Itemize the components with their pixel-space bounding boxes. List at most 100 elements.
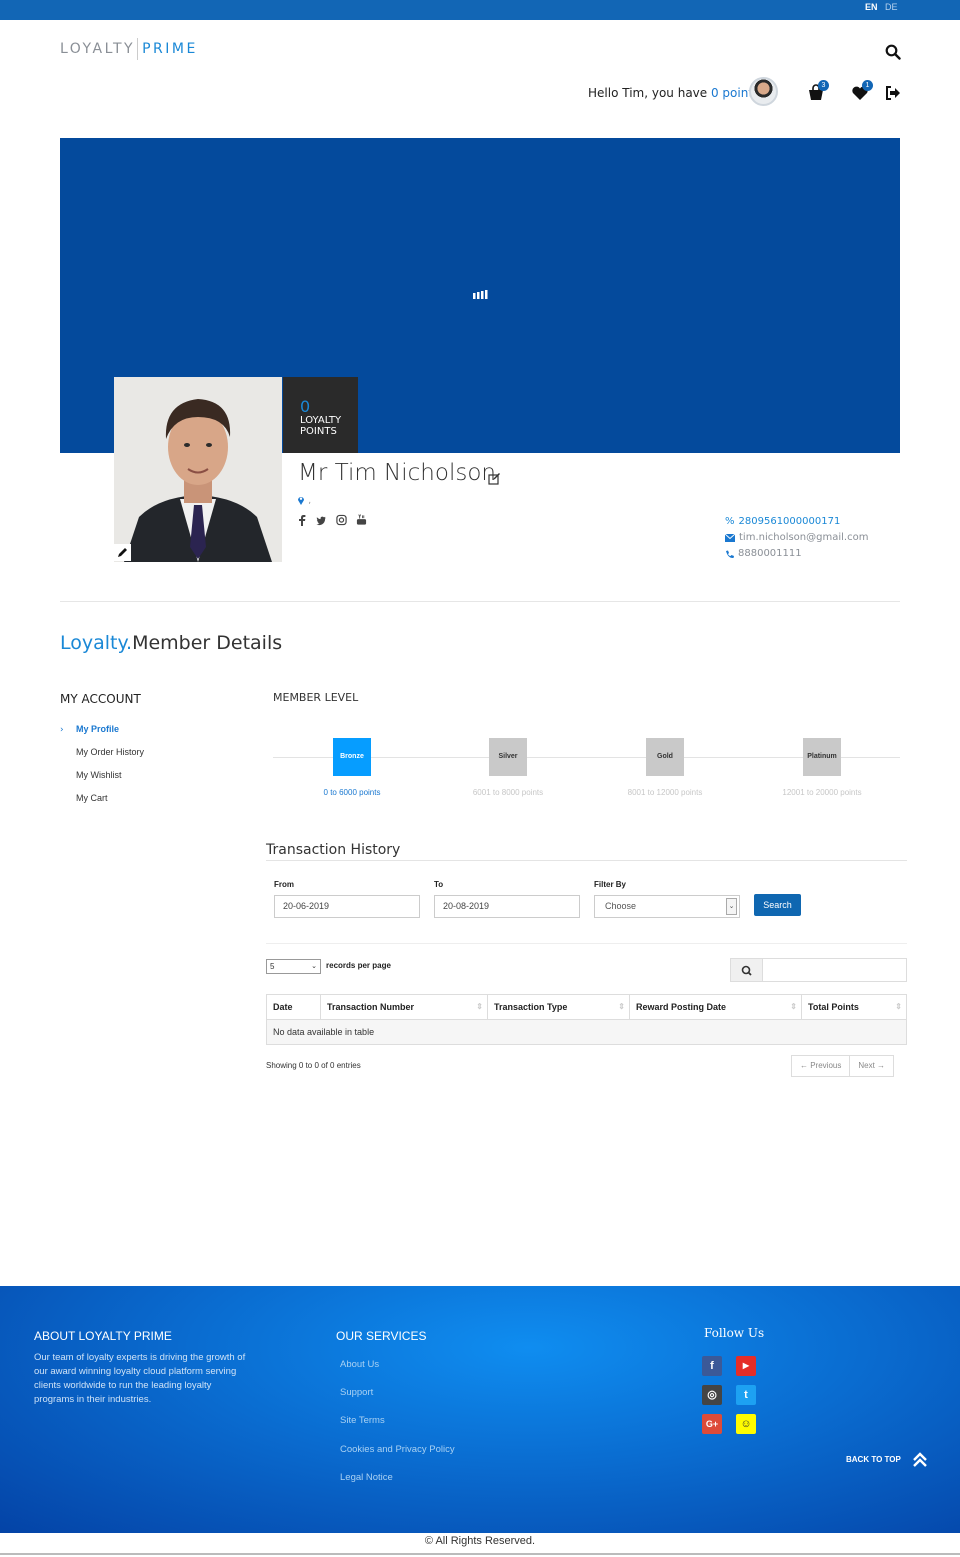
top-bar [0, 0, 960, 20]
divider [60, 601, 900, 602]
table-search-input[interactable] [762, 958, 907, 982]
search-button[interactable]: Search [754, 894, 801, 916]
logout-icon[interactable] [884, 84, 902, 102]
divider [266, 943, 907, 944]
youtube-icon[interactable]: ▶ [736, 1356, 756, 1376]
edit-profile-icon[interactable] [488, 472, 501, 485]
phone-icon [726, 550, 734, 558]
sort-icon: ⇕ [618, 1002, 625, 1011]
logo[interactable]: LOYALTY PRIME [60, 38, 198, 60]
sort-icon: ⇕ [476, 1002, 483, 1011]
member-id-row: % 2809561000000171 [725, 514, 868, 530]
logo-part-1: LOYALTY [60, 41, 136, 57]
instagram-icon[interactable] [336, 514, 347, 526]
back-to-top-label[interactable]: BACK TO TOP [846, 1455, 901, 1464]
footer-link-support[interactable]: Support [340, 1387, 373, 1398]
member-id: 2809561000000171 [738, 516, 841, 527]
table-search-button[interactable] [730, 958, 763, 982]
greeting-text: Hello Tim, you have [588, 86, 711, 100]
loader-icon [473, 290, 488, 299]
facebook-icon[interactable]: f [702, 1356, 722, 1376]
sidebar-item-cart[interactable]: My Cart [76, 793, 108, 803]
chevron-right-icon: › [60, 725, 64, 735]
level-gold: Gold [646, 738, 684, 776]
level-platinum: Platinum [803, 738, 841, 776]
lang-en-link[interactable]: EN [865, 2, 878, 12]
double-chevron-up-icon[interactable] [912, 1452, 928, 1468]
points-value: 0 [300, 397, 311, 416]
sort-icon: ⇕ [895, 1002, 902, 1011]
footer-link-site-terms[interactable]: Site Terms [340, 1415, 385, 1426]
level-bronze: Bronze [333, 738, 371, 776]
follow-us-title: Follow Us [704, 1326, 765, 1340]
level-bronze-range: 0 to 6000 points [323, 788, 381, 797]
profile-photo [114, 377, 282, 562]
twitter-icon[interactable] [316, 514, 327, 526]
sidebar-item-wishlist[interactable]: My Wishlist [76, 770, 122, 780]
filter-by-label: Filter By [594, 880, 627, 889]
column-header-transaction-number[interactable]: Transaction Number ⇕ [320, 994, 488, 1020]
greeting: Hello Tim, you have 0 points [588, 86, 759, 100]
member-level-title: MEMBER LEVEL [273, 691, 359, 704]
divider [266, 860, 907, 861]
facebook-icon[interactable] [297, 514, 307, 526]
page-title-blue: Loyalty. [60, 632, 133, 654]
sidebar-item-my-profile[interactable]: My Profile [76, 724, 119, 734]
level-silver: Silver [489, 738, 527, 776]
snapchat-icon[interactable]: ☺ [736, 1414, 756, 1434]
youtube-icon[interactable] [356, 514, 367, 526]
footer-link-about[interactable]: About Us [340, 1359, 379, 1370]
lang-de-link[interactable]: DE [885, 2, 898, 12]
page-title-dark: Member Details [132, 632, 283, 654]
filter-by-select[interactable]: Choose ⌄ [594, 895, 740, 918]
email[interactable]: tim.nicholson@gmail.com [739, 530, 868, 546]
envelope-icon [725, 534, 735, 542]
points-box: 0 LOYALTY POINTS [283, 377, 358, 453]
location: , [297, 495, 311, 506]
from-date-input[interactable]: 20-06-2019 [274, 895, 420, 918]
avatar[interactable] [749, 77, 778, 106]
edit-photo-pencil-icon[interactable] [114, 544, 131, 561]
sidebar-heading: MY ACCOUNT [60, 692, 141, 706]
previous-page-button[interactable]: ← Previous [792, 1056, 851, 1076]
column-header-transaction-type[interactable]: Transaction Type ⇕ [487, 994, 630, 1020]
profile-social-links [297, 514, 367, 526]
divider [0, 1553, 960, 1555]
cart-count-badge: 3 [818, 80, 829, 91]
footer-link-cookies[interactable]: Cookies and Privacy Policy [340, 1444, 455, 1455]
level-platinum-range: 12001 to 20000 points [782, 788, 862, 797]
footer [0, 1286, 960, 1533]
to-label: To [434, 880, 444, 889]
sort-icon: ⇕ [790, 1002, 797, 1011]
footer-link-legal[interactable]: Legal Notice [340, 1472, 393, 1483]
profile-name: Mr Tim Nicholson [298, 460, 496, 486]
footer-about-title: ABOUT LOYALTY PRIME [34, 1329, 172, 1343]
chevron-down-icon: ⌄ [726, 898, 737, 915]
pagination: ← Previous Next → [791, 1055, 895, 1077]
table-info: Showing 0 to 0 of 0 entries [266, 1061, 361, 1070]
search-icon[interactable] [885, 44, 901, 60]
records-per-page-value: 5 [270, 962, 275, 971]
records-per-page-select[interactable]: 5 ⌄ [266, 959, 321, 974]
table-row: No data available in table [266, 1019, 907, 1045]
footer-services-title: OUR SERVICES [336, 1329, 427, 1343]
instagram-icon[interactable]: ◎ [702, 1385, 722, 1405]
sidebar-item-order-history[interactable]: My Order History [76, 747, 144, 757]
email-row: tim.nicholson@gmail.com [725, 530, 868, 546]
next-page-button[interactable]: Next → [850, 1056, 893, 1076]
location-text: , [308, 496, 312, 506]
percent-icon: % [725, 516, 735, 527]
column-header-date[interactable]: Date [266, 994, 321, 1020]
twitter-icon[interactable]: t [736, 1385, 756, 1405]
filter-by-value: Choose [605, 901, 637, 911]
level-silver-range: 6001 to 8000 points [472, 788, 544, 797]
google-plus-icon[interactable]: G+ [702, 1414, 722, 1434]
column-header-reward-posting-date[interactable]: Reward Posting Date ⇕ [629, 994, 802, 1020]
to-date-input[interactable]: 20-08-2019 [434, 895, 580, 918]
contact-info: % 2809561000000171 tim.nicholson@gmail.c… [725, 514, 868, 562]
chevron-down-icon: ⌄ [311, 963, 317, 970]
column-header-total-points[interactable]: Total Points ⇕ [801, 994, 907, 1020]
transactions-table: Date Transaction Number ⇕ Transaction Typ… [266, 994, 907, 1045]
phone: 8880001111 [738, 548, 802, 559]
footer-about-text: Our team of loyalty experts is driving t… [34, 1352, 246, 1405]
